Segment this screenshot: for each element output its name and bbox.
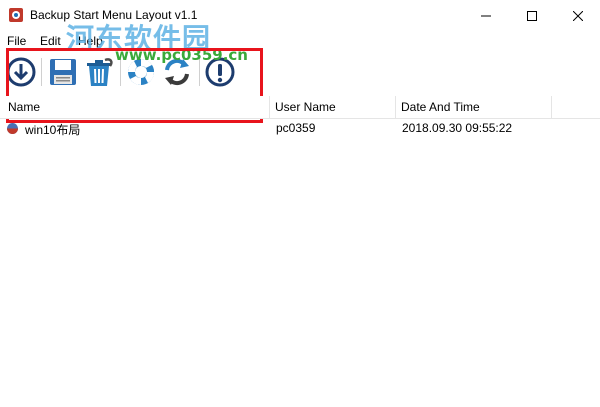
list-header: Name User Name Date And Time	[0, 96, 600, 119]
close-icon	[573, 10, 583, 21]
menu-edit[interactable]: Edit	[40, 34, 61, 48]
layout-icon	[6, 122, 19, 135]
row-user: pc0359	[276, 121, 316, 135]
app-icon	[8, 7, 24, 23]
minimize-icon	[481, 15, 491, 16]
restore-icon	[6, 57, 36, 87]
menu-file[interactable]: File	[7, 34, 26, 48]
maximize-button[interactable]	[509, 0, 555, 31]
row-datetime: 2018.09.30 09:55:22	[402, 121, 513, 135]
maximize-icon	[527, 10, 537, 21]
delete-button[interactable]	[82, 55, 116, 89]
restore-button[interactable]	[4, 55, 38, 89]
delete-icon	[87, 58, 113, 86]
minimize-button[interactable]	[463, 0, 509, 31]
close-button[interactable]	[555, 0, 600, 31]
save-icon	[50, 59, 76, 85]
watermark-url: www.pc0359.cn	[115, 46, 248, 64]
column-header-user[interactable]: User Name	[270, 96, 396, 118]
backup-list[interactable]: win10布局 pc0359 2018.09.30 09:55:22	[0, 119, 600, 407]
save-button[interactable]	[46, 55, 80, 89]
row-name: win10布局	[25, 123, 81, 137]
column-header-name[interactable]: Name	[2, 96, 270, 118]
table-row[interactable]: win10布局 pc0359 2018.09.30 09:55:22	[0, 119, 600, 138]
column-header-datetime[interactable]: Date And Time	[396, 96, 552, 118]
app-window: Backup Start Menu Layout v1.1 File Edit …	[0, 0, 600, 407]
